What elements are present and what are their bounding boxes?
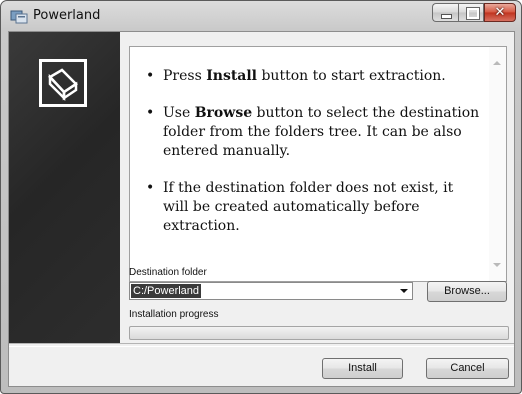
title-bar[interactable]: Powerland ✕ [1,1,521,31]
chevron-down-icon[interactable] [400,289,408,293]
footer-divider [9,343,514,347]
minimize-icon [441,14,452,19]
destination-folder-value[interactable]: C:/Powerland [131,284,202,298]
list-item: • If the destination folder does not exis… [146,180,454,234]
box-logo-graphic [48,68,78,102]
instructions-panel[interactable]: • Press Install button to start extractio… [129,46,507,282]
destination-folder-combobox[interactable]: C:/Powerland [129,282,413,300]
scroll-up-icon[interactable] [493,61,501,65]
dialog-client-area: • Press Install button to start extractio… [8,31,515,387]
installer-window: Powerland ✕ • Press Install button to sta… [0,0,522,394]
vertical-scrollbar[interactable] [489,47,506,281]
scroll-down-icon[interactable] [493,263,501,267]
instructions-list: • Press Install button to start extractio… [142,67,482,254]
list-item: • Use Browse button to select the destina… [146,105,480,159]
list-item: • Press Install button to start extractio… [146,68,446,84]
install-button[interactable]: Install [322,358,403,379]
maximize-icon [466,7,480,20]
close-button[interactable]: ✕ [484,3,516,22]
browse-button[interactable]: Browse... [427,281,507,302]
installation-progress-label: Installation progress [129,309,219,320]
window-title: Powerland [33,8,101,23]
box-logo-icon [39,59,87,107]
close-icon: ✕ [494,5,506,20]
installation-progress-bar [129,326,509,340]
cancel-button[interactable]: Cancel [426,358,509,379]
minimize-button[interactable] [432,3,458,22]
maximize-button[interactable] [458,3,484,22]
destination-folder-label: Destination folder [129,267,207,278]
sidebar-panel [9,32,120,343]
setup-package-icon [10,10,28,24]
